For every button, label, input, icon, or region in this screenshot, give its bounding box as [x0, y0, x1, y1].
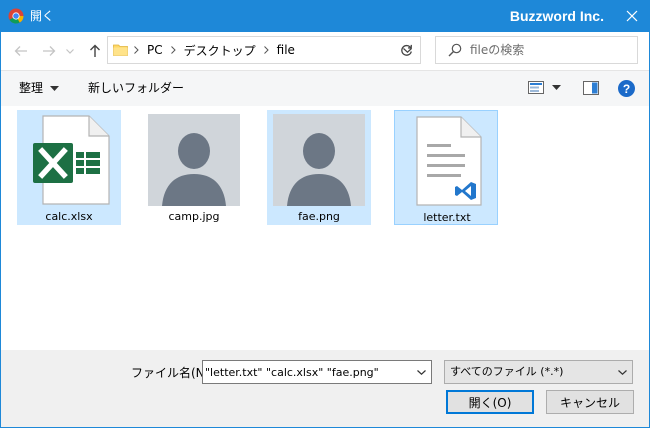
filename-dropdown-button[interactable]	[411, 361, 431, 383]
chrome-icon	[8, 8, 24, 24]
refresh-button[interactable]	[393, 36, 421, 64]
recent-locations-button[interactable]	[63, 41, 77, 61]
organize-menu-button[interactable]: 整理	[19, 80, 60, 96]
arrow-left-icon	[14, 46, 27, 56]
file-type-value: すべてのファイル (*.*)	[450, 365, 564, 378]
chevron-down-icon	[416, 369, 426, 375]
chevron-right-icon	[134, 46, 139, 54]
caret-down-icon	[552, 85, 561, 90]
breadcrumb-item-pc[interactable]: PC	[147, 43, 163, 57]
navigation-bar: PC デスクトップ file	[1, 32, 649, 70]
title-bar: 開く Buzzword Inc.	[0, 0, 650, 32]
chevron-right-icon	[170, 46, 176, 54]
forward-button[interactable]	[39, 41, 59, 61]
help-icon[interactable]: ?	[618, 80, 635, 97]
file-name: fae.png	[298, 210, 340, 223]
chevron-right-icon	[263, 46, 269, 54]
new-folder-button[interactable]: 新しいフォルダー	[88, 80, 184, 96]
caret-down-icon	[50, 85, 60, 91]
app-name: Buzzword Inc.	[509, 8, 604, 24]
file-item-camp-jpg[interactable]: camp.jpg	[142, 110, 246, 225]
folder-icon	[113, 42, 128, 60]
command-bar: 整理 新しいフォルダー ?	[1, 70, 649, 106]
refresh-icon	[401, 44, 412, 56]
view-menu-icon	[528, 81, 544, 94]
open-button[interactable]: 開く(O)	[446, 390, 534, 414]
file-item-letter-txt[interactable]: letter.txt	[394, 110, 498, 225]
dialog-footer: ファイル名(N): すべてのファイル (*.*) 開く(O) キャンセル	[1, 350, 649, 427]
arrow-right-icon	[43, 46, 56, 56]
image-placeholder-icon	[142, 110, 246, 210]
filename-combobox	[202, 360, 432, 384]
up-button[interactable]	[85, 41, 105, 61]
address-bar[interactable]: PC デスクトップ file	[107, 36, 421, 64]
text-file-icon	[395, 111, 499, 211]
file-item-calc-xlsx[interactable]: calc.xlsx	[17, 110, 121, 225]
close-icon	[626, 10, 638, 22]
arrow-up-icon	[90, 44, 100, 57]
search-input[interactable]	[470, 38, 630, 62]
file-item-fae-png[interactable]: fae.png	[267, 110, 371, 225]
new-folder-label: 新しいフォルダー	[88, 81, 185, 95]
organize-label: 整理	[19, 81, 44, 95]
breadcrumb: PC デスクトップ file	[134, 37, 295, 63]
file-list: calc.xlsx camp.jpg fae.png letter.txt	[1, 106, 649, 350]
close-button[interactable]	[614, 0, 650, 32]
file-name: calc.xlsx	[45, 210, 93, 223]
filename-input[interactable]	[205, 362, 410, 382]
search-icon	[448, 43, 462, 60]
file-name: camp.jpg	[168, 210, 220, 223]
file-type-select[interactable]: すべてのファイル (*.*)	[444, 360, 633, 384]
chevron-down-icon	[617, 369, 627, 375]
file-name: letter.txt	[423, 211, 471, 224]
search-box	[435, 36, 638, 64]
preview-pane-icon	[583, 81, 599, 95]
preview-pane-button[interactable]	[583, 81, 599, 95]
dialog-window: PC デスクトップ file fileの検索 整理 新しいフォルダー ? cal…	[0, 32, 650, 428]
view-options-button[interactable]	[528, 81, 561, 94]
window-title: 開く	[30, 9, 55, 23]
excel-icon	[17, 110, 121, 210]
cancel-button[interactable]: キャンセル	[546, 390, 634, 414]
image-placeholder-icon	[267, 110, 371, 210]
breadcrumb-item-file[interactable]: file	[277, 43, 295, 57]
breadcrumb-item-desktop[interactable]: デスクトップ	[184, 42, 256, 59]
chevron-down-icon	[66, 48, 74, 54]
back-button[interactable]	[11, 41, 31, 61]
file-type-dropdown-button[interactable]	[612, 361, 632, 383]
